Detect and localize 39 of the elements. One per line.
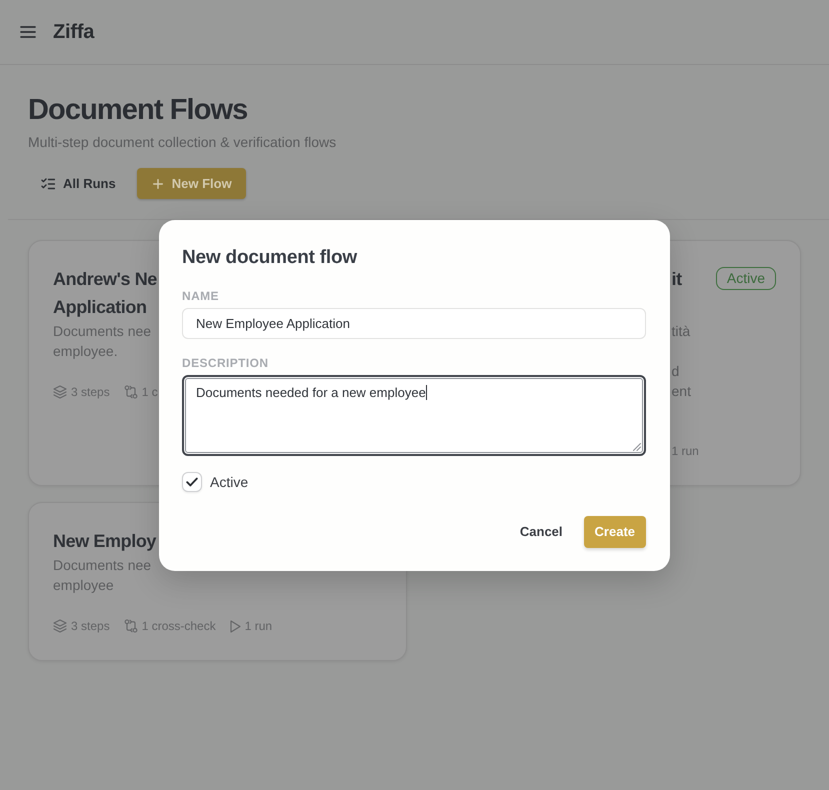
checklist-icon xyxy=(41,178,55,190)
plus-icon xyxy=(152,178,163,188)
layers-icon xyxy=(53,619,67,633)
branch-icon xyxy=(124,619,138,633)
step-count: 3 steps xyxy=(71,384,110,401)
field-label: DESCRIPTION xyxy=(182,354,268,370)
cross-check-count: 1 cross-check xyxy=(142,618,216,635)
flow-description: Documents nee xyxy=(53,322,152,341)
checkbox-label[interactable]: Active xyxy=(210,472,248,492)
resize-handle-icon[interactable] xyxy=(633,442,641,450)
flow-title: Application xyxy=(53,296,147,319)
menu-icon[interactable] xyxy=(20,26,36,38)
description-field[interactable]: Documents needed for a new employee xyxy=(182,374,646,456)
checkmark-icon xyxy=(186,476,198,486)
flow-description: employee. xyxy=(53,342,118,361)
run-count: 1 run xyxy=(244,618,272,635)
field-label: NAME xyxy=(182,288,219,304)
flow-description: d xyxy=(672,362,680,381)
flow-title: Andrew's Ne xyxy=(53,268,157,291)
flow-description: tità xyxy=(672,322,690,341)
cancel-button[interactable]: Cancel xyxy=(508,516,574,548)
page-subtitle: Multi-step document collection & verification flows xyxy=(28,133,336,152)
text-cursor-icon xyxy=(426,384,427,400)
flow-description: ent xyxy=(672,382,691,401)
dialog-title: New document flow xyxy=(182,246,357,270)
all-runs-button[interactable]: All Runs xyxy=(33,168,124,199)
flow-description: Documents nee xyxy=(53,556,152,575)
flow-description: employee xyxy=(53,576,114,595)
page-title: Document Flows xyxy=(28,93,248,128)
play-icon xyxy=(230,620,241,632)
active-checkbox[interactable] xyxy=(182,472,202,492)
layers-icon xyxy=(53,385,67,399)
flow-title: it xyxy=(672,268,682,291)
status-badge: Active xyxy=(716,267,776,290)
step-count: 3 steps xyxy=(71,618,110,635)
name-field[interactable]: New Employee Application xyxy=(182,308,646,338)
app-title: Ziffa xyxy=(53,20,94,44)
flow-title: New Employ xyxy=(53,530,156,553)
branch-icon xyxy=(124,385,138,399)
